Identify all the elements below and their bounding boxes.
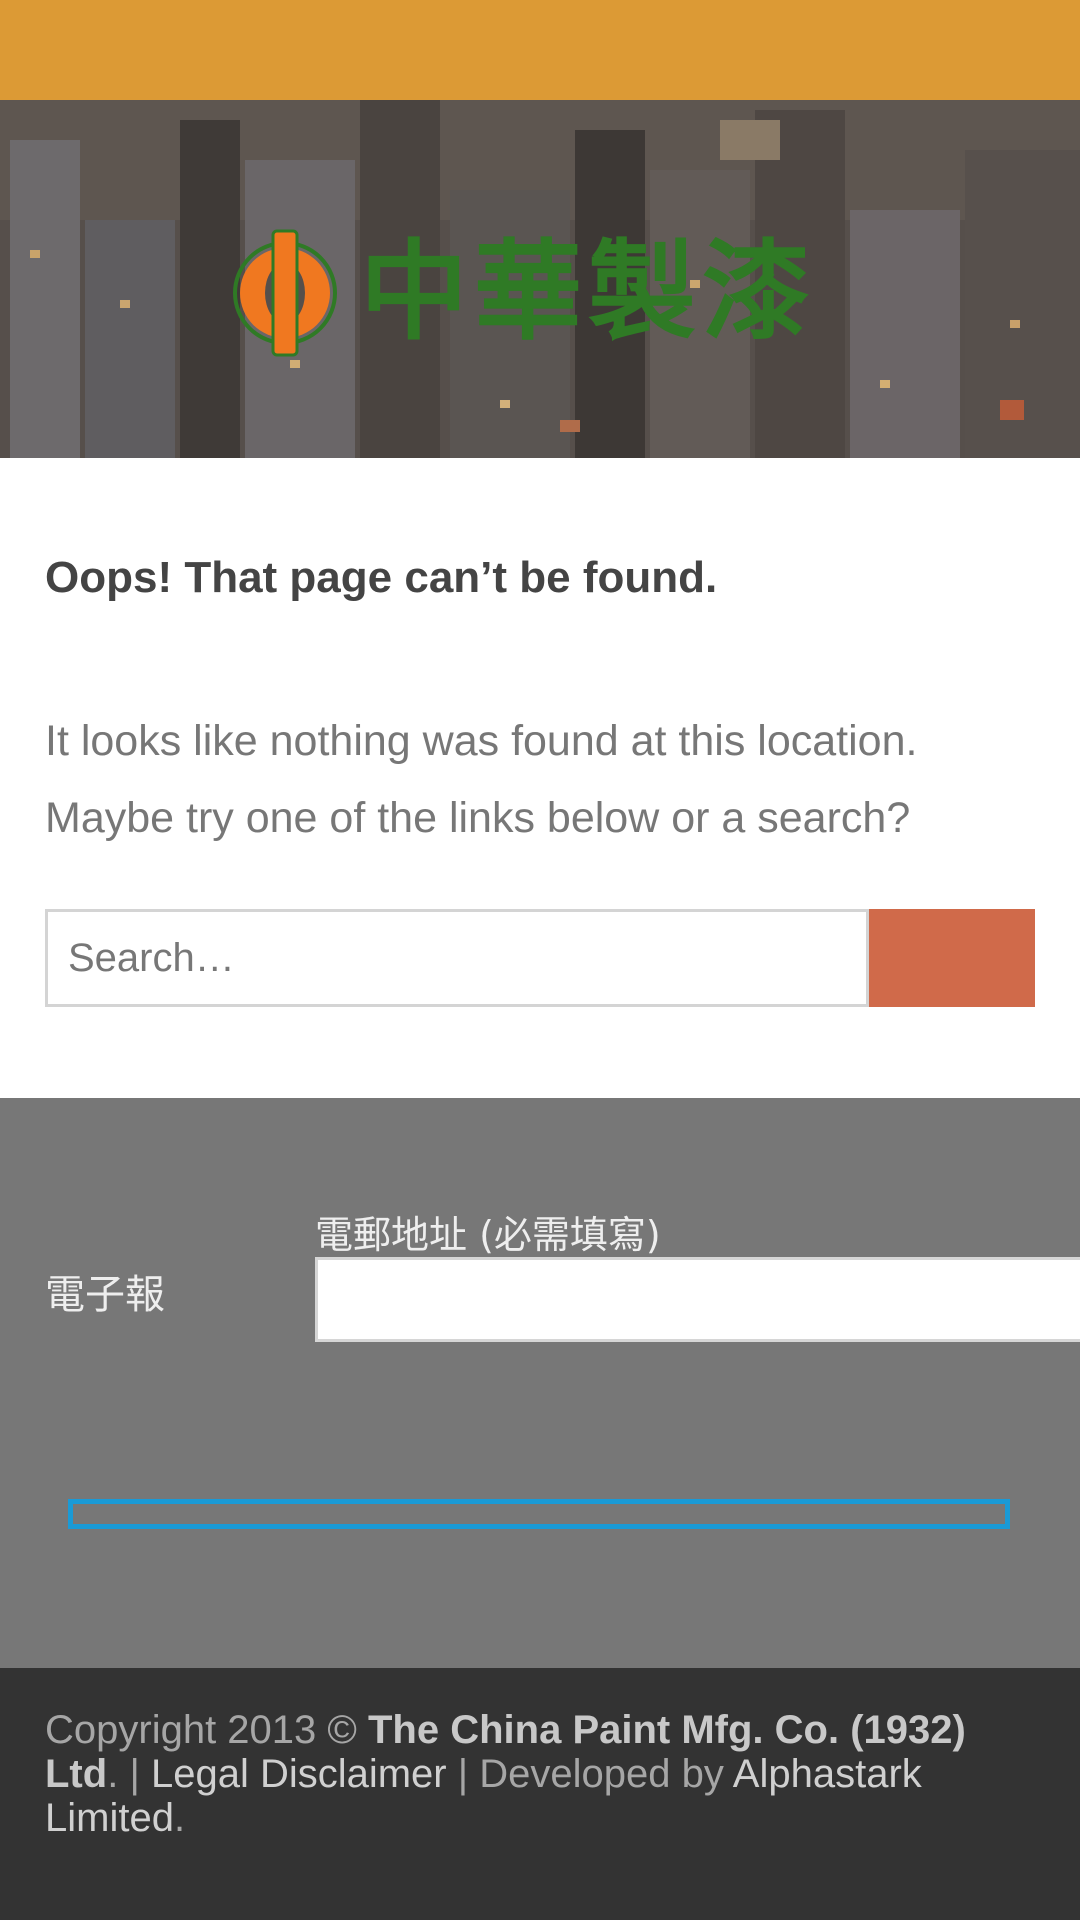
search-form xyxy=(45,909,1035,1007)
logo-text: 中華製漆 xyxy=(360,230,817,355)
company-suffix: . xyxy=(107,1752,119,1796)
subscribe-button[interactable] xyxy=(68,1499,1010,1529)
copyright-prefix: Copyright 2013 © xyxy=(45,1708,357,1752)
top-bar xyxy=(0,0,1080,100)
email-field[interactable] xyxy=(315,1257,1080,1342)
email-label: 電郵地址 (必需填寫) xyxy=(315,1213,661,1257)
legal-disclaimer-link[interactable]: Legal Disclaimer xyxy=(151,1752,447,1796)
copyright-text: Copyright 2013 © The China Paint Mfg. Co… xyxy=(45,1708,1035,1840)
search-button[interactable] xyxy=(869,909,1035,1007)
not-found-message: It looks like nothing was found at this … xyxy=(45,717,918,842)
search-input[interactable] xyxy=(45,909,869,1007)
developed-by-text: Developed by xyxy=(479,1752,724,1796)
footer-separator: | xyxy=(457,1752,469,1796)
footer-end: . xyxy=(173,1796,186,1840)
logo[interactable]: 中華製漆 xyxy=(225,225,865,365)
header-banner: 中華製漆 xyxy=(0,100,1080,458)
logo-emblem-icon xyxy=(233,229,337,357)
footer-separator: | xyxy=(129,1752,140,1796)
footer-widgets: 電子報 電郵地址 (必需填寫) xyxy=(0,1098,1080,1668)
site-footer: Copyright 2013 © The China Paint Mfg. Co… xyxy=(0,1668,1080,1920)
newsletter-title: 電子報 xyxy=(45,1272,165,1318)
main-content: Oops! That page can’t be found. It looks… xyxy=(0,458,1080,1098)
page-title: Oops! That page can’t be found. xyxy=(45,553,718,602)
